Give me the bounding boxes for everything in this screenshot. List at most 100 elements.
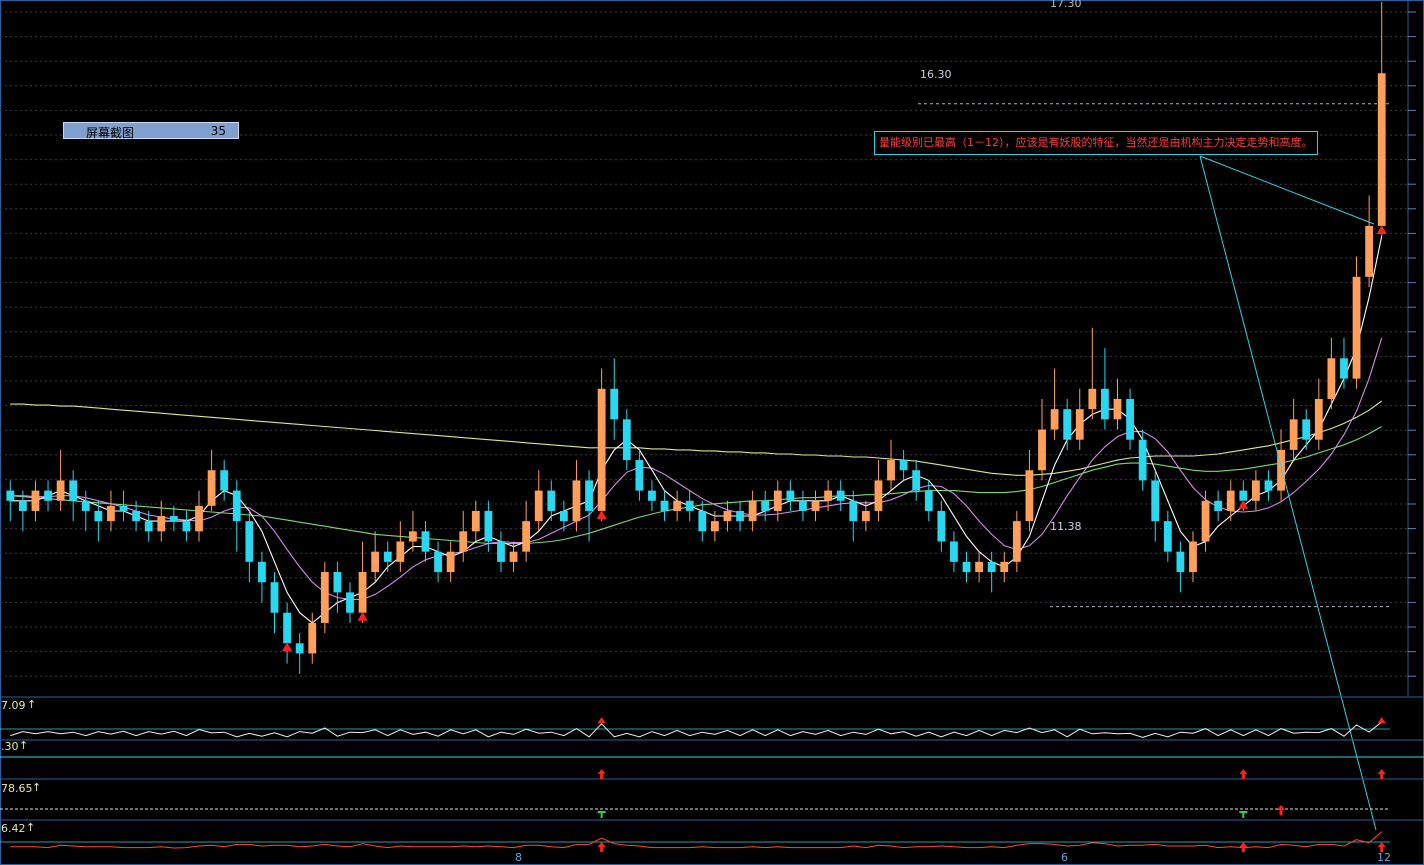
candle-body [1075, 409, 1084, 440]
candle-body [1163, 521, 1172, 552]
candle-body [18, 500, 27, 511]
candle-body [635, 460, 644, 491]
candle-body [31, 490, 40, 511]
bottom-mark-3: 12 [1377, 851, 1391, 864]
panel1-line [10, 721, 1383, 738]
ma-long2-line [10, 426, 1382, 545]
candle-body [1189, 541, 1197, 573]
candle-body [761, 500, 770, 511]
panel2-label: .30 [1, 740, 19, 753]
candle-body [1365, 225, 1374, 277]
candle-body [1101, 388, 1109, 420]
candle-body [748, 500, 757, 522]
candle-body [1151, 480, 1160, 522]
panel4-line [10, 831, 1383, 849]
candle-body [396, 541, 405, 562]
price-label-high-line: 16.30 [920, 68, 952, 81]
candle-body [1352, 276, 1361, 379]
candle-body [1126, 398, 1134, 440]
candle-body [912, 470, 921, 491]
candle-body [773, 490, 782, 511]
candle-body [220, 470, 229, 491]
candle-body [861, 510, 870, 522]
signal-marker [596, 509, 607, 519]
candle-body [182, 521, 191, 532]
candle-body [660, 500, 669, 511]
candle-body [1264, 480, 1273, 491]
candle-body [119, 505, 128, 511]
candle-body [1176, 551, 1185, 573]
candle-body [1214, 500, 1223, 511]
candle-body [107, 505, 115, 522]
badge-label: 屏幕截图 [86, 126, 135, 140]
bottom-mark-1: 8 [515, 851, 522, 864]
candle-body [824, 490, 833, 501]
ma-mid-line [10, 337, 1383, 601]
candle-body [559, 510, 568, 522]
panel3-green-marker [597, 811, 606, 818]
candle-body [723, 510, 732, 522]
candle-body [1251, 480, 1260, 501]
candle-body [1340, 358, 1348, 379]
candle-body [446, 551, 455, 573]
candle-body [1050, 409, 1059, 430]
candle-body [534, 490, 543, 522]
signal-marker [1376, 224, 1387, 234]
candle-body [484, 510, 493, 542]
candle-body [245, 521, 254, 562]
candle-body [975, 561, 983, 573]
candle-body [333, 572, 342, 593]
candle-body [1088, 388, 1097, 410]
candle-body [195, 505, 203, 532]
price-label-low-line: 11.38 [1050, 520, 1082, 533]
stock-chart-window: 17.30 16.30 11.38 屏幕截图 35 量能级别已最高（1－12），… [0, 0, 1424, 865]
candle-body [94, 510, 103, 522]
candle-body [522, 521, 531, 552]
candle-body [610, 388, 619, 420]
candle-body [295, 643, 304, 654]
candle-body [685, 500, 694, 511]
candle-body [1063, 409, 1072, 440]
candle-body [6, 490, 15, 501]
candle-body [56, 480, 65, 501]
candle-body [358, 572, 367, 613]
candle-body [320, 572, 329, 623]
candle-body [547, 490, 556, 511]
candle-body [232, 490, 241, 522]
candle-body [1226, 490, 1235, 511]
candle-body [1138, 439, 1147, 481]
candle-body [1239, 490, 1248, 501]
candle-body [874, 480, 883, 511]
panel2-arrow-icon: ↑ [19, 739, 29, 752]
candle-body [1113, 398, 1122, 420]
price-label-top: 17.30 [1050, 0, 1082, 10]
candle-body [799, 500, 807, 511]
candle-body [836, 490, 845, 501]
candle-body [1025, 470, 1034, 522]
annotation-pointer-line [1199, 155, 1375, 225]
candle-body [409, 531, 417, 542]
candle-body [924, 490, 933, 511]
candle-body [585, 480, 593, 511]
candle-body [283, 612, 291, 644]
panel4-arrow-icon: ↑ [26, 821, 36, 834]
candle-body [509, 551, 518, 562]
candle-body [258, 561, 266, 583]
candle-body [1289, 419, 1298, 450]
ma-short-line [10, 235, 1383, 624]
candle-body [471, 510, 480, 532]
candle-body [622, 419, 631, 461]
candle-body [270, 582, 279, 613]
candle-body [308, 622, 317, 654]
signal-marker [357, 611, 368, 621]
panel4-label: 6.42 [1, 822, 26, 835]
signal-marker [282, 642, 293, 652]
candle-body [169, 516, 178, 522]
candle-body [962, 561, 971, 573]
panel1-arrow-icon: ↑ [27, 698, 37, 711]
screenshot-badge[interactable]: 屏幕截图 35 [63, 122, 239, 140]
candle-body [1377, 73, 1386, 226]
panel2-signal-icon [597, 769, 606, 779]
annotation-box: 量能级别已最高（1－12），应该是有妖股的特征，当然还是由机构主力决定走势和高度… [874, 131, 1318, 155]
candle-body [1327, 358, 1336, 399]
